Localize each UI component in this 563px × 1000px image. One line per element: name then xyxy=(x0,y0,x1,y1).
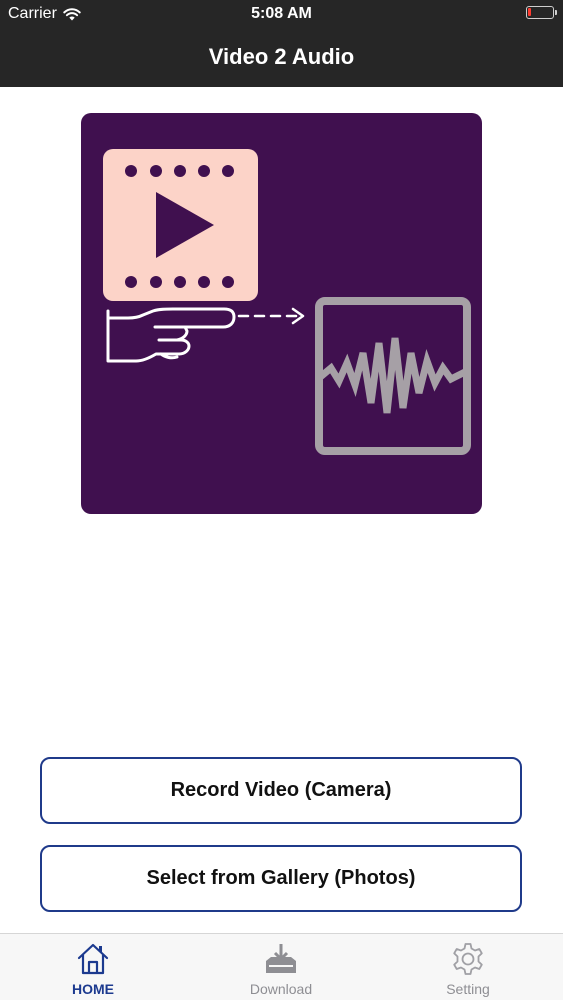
page-title: Video 2 Audio xyxy=(208,44,355,69)
tab-setting[interactable]: Setting xyxy=(408,934,528,1000)
select-gallery-label: Select from Gallery (Photos) xyxy=(146,867,416,889)
app-screen: Carrier 5:08 AM Video 2 Audio Record Vid… xyxy=(0,0,563,1000)
gear-icon xyxy=(453,943,483,975)
battery-level xyxy=(528,8,531,16)
battery-icon xyxy=(526,6,557,19)
tab-download[interactable]: Download xyxy=(221,934,341,1000)
tab-home-label: HOME xyxy=(72,981,114,997)
download-icon xyxy=(266,944,296,973)
home-icon xyxy=(77,943,109,975)
record-video-button[interactable]: Record Video (Camera) xyxy=(40,757,522,824)
film-play-icon xyxy=(103,149,258,301)
hand-pointing-icon xyxy=(106,307,236,363)
status-time: 5:08 AM xyxy=(251,5,312,22)
top-bar: Carrier 5:08 AM Video 2 Audio xyxy=(0,0,563,87)
audio-waveform-icon xyxy=(315,297,471,455)
record-video-label: Record Video (Camera) xyxy=(170,779,392,801)
tab-setting-label: Setting xyxy=(446,981,490,997)
tab-bar: HOME Download Setting xyxy=(0,933,563,1000)
tab-home[interactable]: HOME xyxy=(33,934,153,1000)
tab-download-label: Download xyxy=(249,981,313,997)
dashed-arrow-icon xyxy=(237,307,305,325)
app-artwork xyxy=(81,113,482,514)
select-gallery-button[interactable]: Select from Gallery (Photos) xyxy=(40,845,522,912)
